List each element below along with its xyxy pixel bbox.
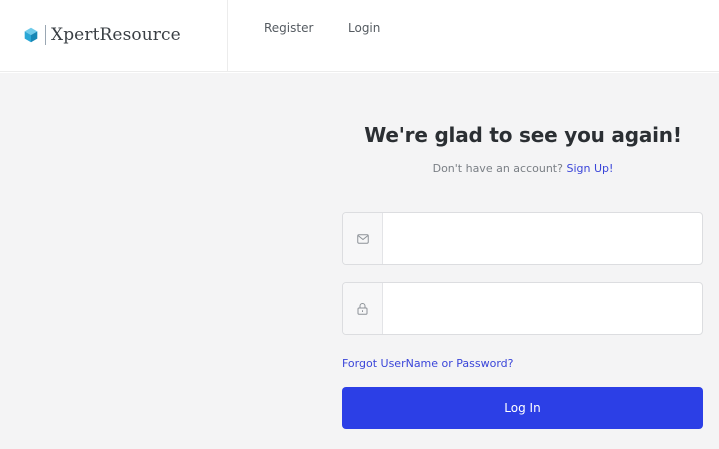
cube-icon [24, 27, 38, 43]
email-field-icon-box [343, 213, 383, 264]
brand-logo[interactable]: XpertResource [22, 22, 181, 48]
nav-divider [227, 0, 228, 72]
password-field-icon-box [343, 283, 383, 334]
envelope-icon [356, 233, 369, 244]
brand-name: XpertResource [51, 25, 181, 45]
email-input[interactable] [383, 213, 702, 264]
top-navbar: XpertResource Register Login [0, 0, 719, 72]
login-submit-button[interactable]: Log In [342, 387, 703, 429]
password-field [342, 282, 703, 335]
password-input[interactable] [383, 283, 702, 334]
nav-register-link[interactable]: Register [264, 21, 313, 35]
signup-prompt-text: Don't have an account? [432, 162, 563, 175]
email-field [342, 212, 703, 265]
lock-icon [357, 303, 368, 315]
login-heading: We're glad to see you again! [364, 123, 682, 147]
signup-link[interactable]: Sign Up! [566, 162, 613, 175]
nav-login-link[interactable]: Login [348, 21, 380, 35]
brand-separator [45, 25, 46, 45]
forgot-credentials-link[interactable]: Forgot UserName or Password? [342, 357, 514, 370]
signup-prompt: Don't have an account? Sign Up! [342, 162, 704, 175]
